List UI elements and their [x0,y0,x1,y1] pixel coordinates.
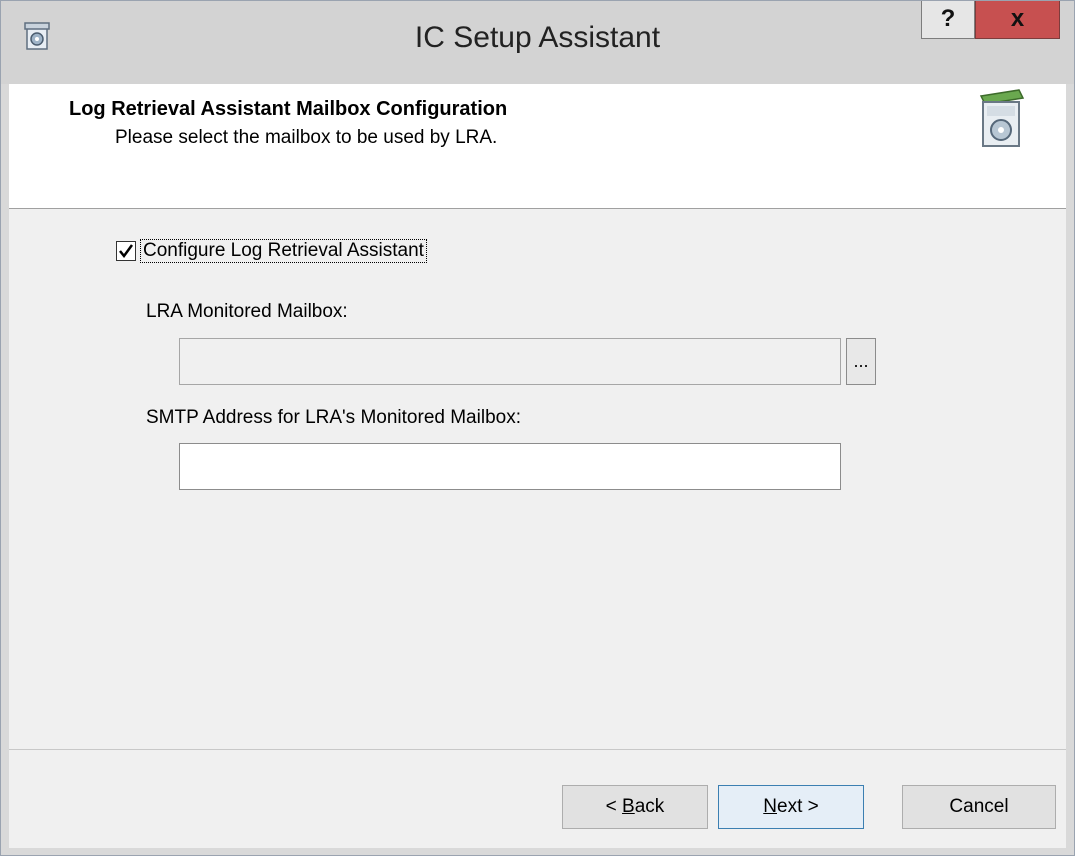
next-accelerator: N [763,796,777,817]
next-button[interactable]: Next > [718,785,864,829]
page-title: Log Retrieval Assistant Mailbox Configur… [69,98,508,120]
next-rest: ext > [777,796,819,817]
wizard-header: Log Retrieval Assistant Mailbox Configur… [9,84,1066,209]
wizard-footer: < Back Next > Cancel [9,749,1066,848]
page-subtitle: Please select the mailbox to be used by … [115,127,498,148]
setup-window: IC Setup Assistant ? x Log Retrieval Ass… [0,0,1075,856]
wizard-content: Configure Log Retrieval Assistant LRA Mo… [9,209,1066,749]
monitored-mailbox-input[interactable] [179,338,841,385]
configure-lra-checkbox[interactable] [116,241,136,261]
back-prefix: < [605,796,623,817]
configure-lra-checkbox-row[interactable]: Configure Log Retrieval Assistant [116,239,427,263]
title-bar[interactable]: IC Setup Assistant ? x [1,1,1074,84]
smtp-address-input[interactable] [179,443,841,490]
window-title: IC Setup Assistant [414,21,661,54]
monitored-mailbox-label: LRA Monitored Mailbox: [146,301,348,322]
cancel-button[interactable]: Cancel [902,785,1056,829]
close-button[interactable]: x [975,1,1060,39]
checkmark-icon [119,244,134,259]
smtp-address-label: SMTP Address for LRA's Monitored Mailbox… [146,407,521,428]
back-button[interactable]: < Back [562,785,708,829]
back-rest: ack [634,796,665,817]
configure-lra-label[interactable]: Configure Log Retrieval Assistant [140,239,427,263]
setup-box-icon [979,89,1025,147]
back-accelerator: B [622,796,635,817]
browse-mailbox-button[interactable]: ... [846,338,876,385]
help-button[interactable]: ? [921,1,975,39]
